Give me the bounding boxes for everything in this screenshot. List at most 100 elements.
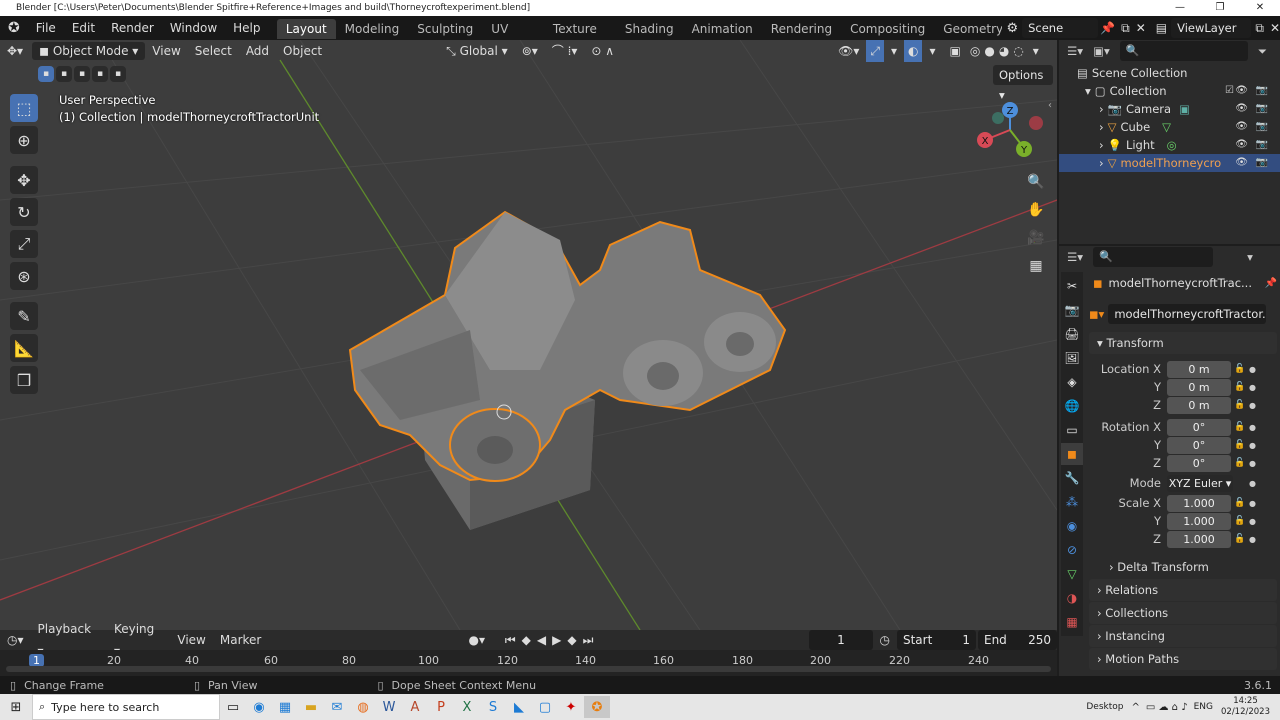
scale-z-field[interactable]: 1.000 <box>1167 530 1231 548</box>
lock-icon[interactable]: 🔓 <box>1231 516 1249 526</box>
cube-render-icon[interactable]: 📷 <box>1256 118 1268 136</box>
timeline-scrollbar[interactable] <box>6 666 1051 672</box>
red-app-icon[interactable]: ✦ <box>558 696 584 718</box>
menu-add[interactable]: Add <box>239 40 276 62</box>
desktop-label[interactable]: Desktop <box>1086 702 1123 712</box>
current-frame-field[interactable]: 1 <box>809 630 873 650</box>
keyframe-dot-icon[interactable]: ● <box>1249 365 1259 374</box>
new-scene-icon[interactable]: ⧉ <box>1121 21 1130 36</box>
annotate-icon[interactable]: ✎ <box>10 302 38 330</box>
tab-texture-paint[interactable]: Texture Paint <box>544 19 616 56</box>
keyframe-dot-icon[interactable]: ● <box>1249 499 1259 508</box>
collapse-sidebar-icon[interactable]: ‹ <box>1048 100 1052 111</box>
overlay-dropdown-icon[interactable]: ▾ <box>922 40 942 62</box>
checkbox-icon[interactable]: ☑ <box>1225 82 1234 100</box>
prev-keyframe-icon[interactable]: ◆ <box>519 629 534 651</box>
object-tab-icon[interactable]: ◼ <box>1061 443 1083 465</box>
tray-arrow-icon[interactable]: ^ <box>1131 702 1139 713</box>
output-tab-icon[interactable]: 🖨 <box>1061 323 1083 345</box>
texture-tab-icon[interactable]: ▦ <box>1061 611 1083 633</box>
camera-render-icon[interactable]: 📷 <box>1256 100 1268 118</box>
outliner-item-light[interactable]: › 💡 Light ◎ 👁 📷 <box>1059 136 1280 154</box>
menu-edit[interactable]: Edit <box>64 16 103 40</box>
outliner-search-input[interactable]: 🔍 <box>1119 41 1248 61</box>
physics-tab-icon[interactable]: ◉ <box>1061 515 1083 537</box>
light-eye-icon[interactable]: 👁 <box>1235 136 1248 154</box>
excel-icon[interactable]: X <box>454 696 480 718</box>
tractor-render-icon[interactable]: 📷 <box>1256 154 1268 172</box>
3d-viewport[interactable]: Z X Y ✥▾ ◼ Object Mode ▾ View Select Add… <box>0 40 1057 630</box>
shading-rendered-icon[interactable]: ◌ <box>1011 40 1025 62</box>
object-name-field[interactable]: modelThorneycroftTractor... <box>1108 304 1267 324</box>
pan-hand-icon[interactable]: ✋ <box>1024 198 1048 222</box>
timeline-editor-icon[interactable]: ◷▾ <box>0 629 31 651</box>
camera-view-icon[interactable]: 🎥 <box>1024 226 1048 250</box>
measure-icon[interactable]: 📐 <box>10 334 38 362</box>
select-box-icon[interactable]: ⬚ <box>10 94 38 122</box>
auto-keying-icon[interactable]: ●▾ <box>462 629 493 651</box>
lock-icon[interactable]: 🔓 <box>1231 382 1249 392</box>
rotation-mode-dropdown[interactable]: XYZ Euler ▾ <box>1167 474 1233 492</box>
options-dropdown[interactable]: Options ▾ <box>993 65 1053 102</box>
blender-logo-icon[interactable]: ✪ <box>0 16 28 40</box>
relations-panel-header[interactable]: › Relations <box>1089 579 1277 601</box>
skype-icon[interactable]: S <box>480 696 506 718</box>
marker-menu[interactable]: Marker <box>213 629 268 651</box>
gizmo-toggle-icon[interactable]: ⤢ <box>866 40 884 62</box>
keyframe-dot-icon[interactable]: ● <box>1249 479 1259 488</box>
select-new-icon[interactable]: ▪ <box>38 66 54 82</box>
motion-paths-panel-header[interactable]: › Motion Paths <box>1089 648 1277 670</box>
location-z-field[interactable]: 0 m <box>1167 396 1231 414</box>
lock-icon[interactable]: 🔓 <box>1231 440 1249 450</box>
shading-dropdown-icon[interactable]: ▾ <box>1026 40 1046 62</box>
outliner-item-tractor[interactable]: › ▽ modelThorneycro 👁 📷 <box>1059 154 1280 172</box>
rotation-y-field[interactable]: 0° <box>1167 436 1231 454</box>
jump-end-icon[interactable]: ⏭ <box>580 629 597 651</box>
preview-range-icon[interactable]: ◷ <box>873 629 897 651</box>
timeline-ruler[interactable]: 1 20 40 60 80 100 120 140 160 180 200 22… <box>0 650 1057 676</box>
data-tab-icon[interactable]: ▽ <box>1061 563 1083 585</box>
overlay-toggle-icon[interactable]: ◐ <box>903 40 923 62</box>
menu-object[interactable]: Object <box>276 40 329 62</box>
properties-options-icon[interactable]: ▾ <box>1247 250 1253 264</box>
scene-selector[interactable]: Scene <box>1022 18 1099 38</box>
keyframe-dot-icon[interactable]: ● <box>1249 423 1259 432</box>
lock-icon[interactable]: 🔓 <box>1231 400 1249 410</box>
menu-window[interactable]: Window <box>162 16 225 40</box>
viewlayer-icon[interactable]: ▤ <box>1156 21 1167 35</box>
snap-icon[interactable]: ⌒ ⁞▾ <box>545 40 585 62</box>
select-intersect-icon[interactable]: ▪ <box>110 66 126 82</box>
tab-shading[interactable]: Shading <box>616 19 683 39</box>
delete-scene-icon[interactable]: ✕ <box>1136 21 1146 35</box>
render-camera-icon[interactable]: 📷 <box>1256 82 1268 100</box>
jump-start-icon[interactable]: ⏮ <box>502 629 519 651</box>
editor-type-icon[interactable]: ✥▾ <box>0 40 30 62</box>
tab-geometry-nodes[interactable]: Geometry Node <box>934 19 1002 39</box>
pivot-icon[interactable]: ⊚▾ <box>515 40 545 62</box>
taskbar-search-box[interactable]: ⌕ Type here to search <box>32 694 220 720</box>
scene-tab-icon[interactable]: ◈ <box>1061 371 1083 393</box>
keyframe-dot-icon[interactable]: ● <box>1249 383 1259 392</box>
start-frame-field[interactable]: Start 1 <box>896 630 976 650</box>
store-icon[interactable]: ▦ <box>272 696 298 718</box>
cube-eye-icon[interactable]: 👁 <box>1235 118 1248 136</box>
constraints-tab-icon[interactable]: ⊘ <box>1061 539 1083 561</box>
lock-icon[interactable]: 🔓 <box>1231 422 1249 432</box>
mail-icon[interactable]: ✉ <box>324 696 350 718</box>
close-button[interactable]: ✕ <box>1240 0 1280 16</box>
tab-rendering[interactable]: Rendering <box>762 19 841 39</box>
display-mode-icon[interactable]: ▣▾ <box>1093 44 1110 58</box>
language-indicator[interactable]: ENG <box>1194 702 1213 712</box>
play-reverse-icon[interactable]: ◀ <box>534 629 549 651</box>
visibility-icon[interactable]: 👁▾ <box>831 40 866 62</box>
shading-material-icon[interactable]: ◕ <box>997 40 1011 62</box>
particles-tab-icon[interactable]: ⁂ <box>1061 491 1083 513</box>
location-x-field[interactable]: 0 m <box>1167 360 1231 378</box>
expand-arrow-icon[interactable]: ▾ <box>1085 82 1091 100</box>
zoom-icon[interactable]: 🔍 <box>1024 170 1048 194</box>
collection-tab-icon[interactable]: ▭ <box>1061 419 1083 441</box>
navigation-gizmo[interactable]: Z X Y <box>977 102 1043 157</box>
menu-select[interactable]: Select <box>188 40 239 62</box>
outliner-editor-icon[interactable]: ☰▾ <box>1067 44 1083 58</box>
orientation-selector[interactable]: ⤡ Global ▾ <box>439 40 515 62</box>
